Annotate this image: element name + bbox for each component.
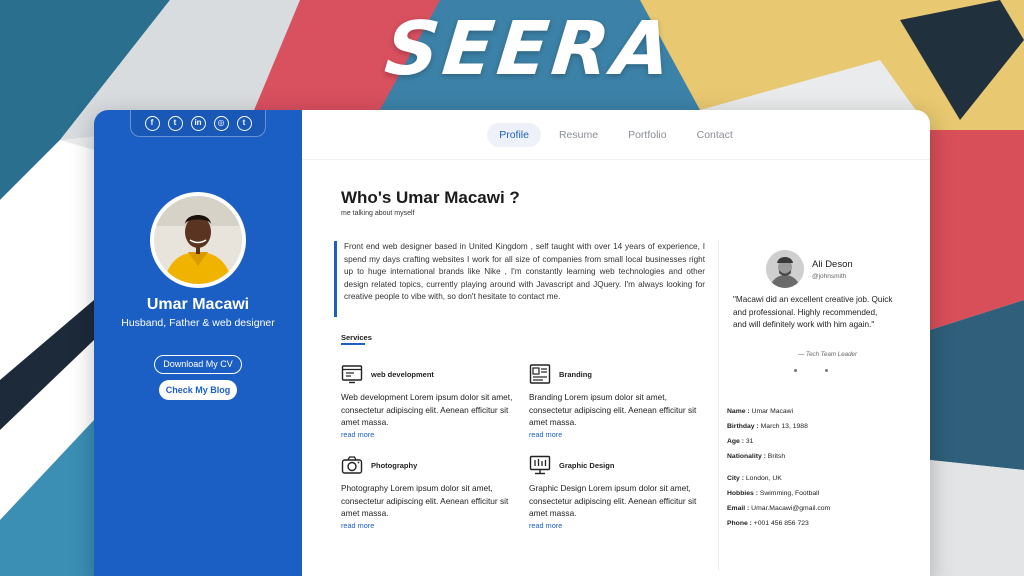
- profile-name: Umar Macawi: [146, 296, 250, 313]
- service-branding: Branding Branding Lorem ipsum dolor sit …: [529, 363, 709, 439]
- about-text: Front end web designer based in United K…: [334, 241, 705, 317]
- avatar: [150, 192, 246, 288]
- service-text: Branding Lorem ipsum dolor sit amet, con…: [529, 392, 697, 427]
- service-graphic-design: Graphic Design Graphic Design Lorem ipsu…: [529, 454, 709, 530]
- testimonial-quote: "Macawi did an excellent creative job. Q…: [733, 295, 893, 329]
- service-text: Web development Lorem ipsum dolor sit am…: [341, 392, 513, 427]
- info-email[interactable]: Email : Umar.Macawi@gmail.com: [727, 505, 927, 512]
- read-more-link[interactable]: read more: [529, 521, 709, 530]
- info-age: Age : 31: [727, 438, 754, 445]
- service-text: Photography Lorem ipsum dolor sit amet, …: [341, 483, 509, 518]
- page-subtitle: me talking about myself: [341, 210, 415, 217]
- service-title: Branding: [559, 369, 592, 379]
- sidebar: f t in ◎ t Umar Macawi Husband, Father &…: [94, 110, 302, 576]
- download-cv-button[interactable]: Download My CV: [154, 355, 242, 374]
- tab-contact[interactable]: Contact: [685, 123, 745, 147]
- info-nationality: Nationality : Britsh: [727, 453, 786, 460]
- carousel-dots: [794, 369, 828, 372]
- service-title: web development: [371, 369, 434, 379]
- graphic-design-icon: [529, 455, 551, 475]
- tab-resume[interactable]: Resume: [547, 123, 610, 147]
- read-more-link[interactable]: read more: [341, 521, 521, 530]
- info-hobbies: Hobbies : Swimming, Football: [727, 490, 820, 497]
- carousel-dot[interactable]: [794, 369, 797, 372]
- branding-icon: [529, 364, 551, 384]
- page-title: Who's Umar Macawi ?: [341, 188, 520, 207]
- profile-role: Husband, Father & web designer: [121, 317, 275, 329]
- social-links: f t in ◎ t: [130, 110, 266, 137]
- services-heading: Services: [341, 333, 372, 342]
- service-web-development: web development Web development Lorem ip…: [341, 363, 521, 439]
- tab-portfolio[interactable]: Portfolio: [616, 123, 679, 147]
- facebook-icon[interactable]: f: [144, 115, 160, 131]
- service-title: Graphic Design: [559, 460, 615, 470]
- web-development-icon: [341, 365, 363, 384]
- tab-profile[interactable]: Profile: [487, 122, 541, 147]
- twitter-icon[interactable]: t: [167, 115, 183, 131]
- check-blog-button[interactable]: Check My Blog: [159, 380, 237, 400]
- service-title: Photography: [371, 460, 418, 470]
- top-nav: Profile Resume Portfolio Contact: [302, 110, 930, 160]
- info-name: Name : Umar Macawi: [727, 408, 794, 415]
- testimonial-avatar: [766, 250, 804, 288]
- testimonial-role: — Tech Team Leader: [798, 351, 858, 358]
- service-photography: Photography Photography Lorem ipsum dolo…: [341, 454, 521, 530]
- linkedin-icon[interactable]: in: [190, 115, 206, 131]
- info-birthday: Birthday : March 13, 1988: [727, 423, 808, 430]
- carousel-dot[interactable]: [825, 369, 828, 372]
- profile-card: f t in ◎ t Umar Macawi Husband, Father &…: [94, 110, 930, 576]
- camera-icon: [341, 456, 363, 474]
- tumblr-icon[interactable]: t: [236, 115, 252, 131]
- info-phone[interactable]: Phone : +001 456 856 723: [727, 520, 927, 527]
- services-underline: [341, 343, 365, 345]
- info-city: City : London, UK: [727, 475, 782, 482]
- instagram-icon[interactable]: ◎: [213, 115, 229, 131]
- read-more-link[interactable]: read more: [529, 430, 709, 439]
- testimonial-handle: @johnsmith: [812, 273, 847, 280]
- brand-logo: SEERA: [381, 6, 679, 92]
- testimonial-name: Ali Deson: [812, 259, 853, 270]
- column-divider: [718, 240, 719, 570]
- read-more-link[interactable]: read more: [341, 430, 521, 439]
- service-text: Graphic Design Lorem ipsum dolor sit ame…: [529, 483, 697, 518]
